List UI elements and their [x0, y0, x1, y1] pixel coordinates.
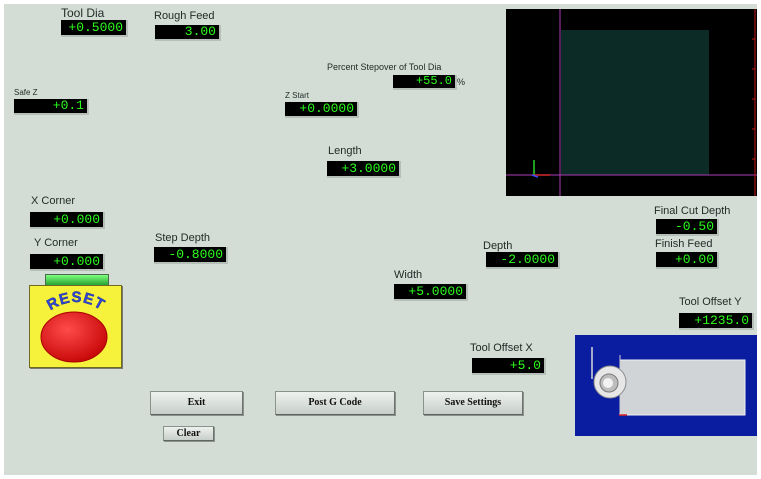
save-settings-button[interactable]: Save Settings — [423, 391, 523, 415]
percent-stepover-label: Percent Stepover of Tool Dia — [327, 62, 442, 72]
depth-field[interactable]: -2.0000 — [486, 252, 560, 269]
finish-feed-field[interactable]: +0.00 — [656, 252, 719, 269]
reset-button[interactable]: RESET — [29, 285, 122, 368]
percent-stepover-field[interactable]: +55.0 — [393, 75, 457, 90]
step-depth-field[interactable]: -0.8000 — [154, 247, 228, 264]
tool-offset-y-label: Tool Offset Y — [679, 296, 742, 308]
depth-label: Depth — [483, 240, 513, 252]
stock-outline — [561, 30, 709, 175]
facing-wizard-screen: Tool Dia +0.5000 Rough Feed 3.00 Safe Z … — [4, 4, 757, 475]
post-g-code-button[interactable]: Post G Code — [275, 391, 395, 415]
clear-button[interactable]: Clear — [163, 426, 214, 441]
tool-offset-x-field[interactable]: +5.0 — [472, 358, 546, 375]
final-cut-depth-field[interactable]: -0.50 — [656, 219, 719, 236]
rough-feed-field[interactable]: 3.00 — [155, 25, 221, 41]
width-label: Width — [394, 269, 423, 281]
length-label: Length — [328, 145, 362, 157]
rough-feed-label: Rough Feed — [154, 10, 215, 22]
finish-feed-label: Finish Feed — [655, 238, 713, 250]
z-start-label: Z Start — [285, 91, 310, 100]
reset-graphic: RESET — [40, 289, 108, 363]
safe-z-field[interactable]: +0.1 — [14, 99, 89, 115]
tool-icon — [593, 365, 627, 399]
y-corner-field[interactable]: +0.000 — [30, 254, 105, 271]
tool-offset-x-label: Tool Offset X — [470, 342, 533, 354]
toolpath-preview[interactable] — [506, 9, 757, 196]
x-corner-field[interactable]: +0.000 — [30, 212, 105, 229]
y-corner-label: Y Corner — [34, 237, 78, 249]
step-depth-label: Step Depth — [155, 232, 211, 244]
tool-offset-y-field[interactable]: +1235.0 — [679, 313, 754, 330]
tool-offset-panel — [575, 335, 757, 436]
x-corner-label: X Corner — [31, 195, 76, 207]
width-field[interactable]: +5.0000 — [394, 284, 468, 301]
safe-z-label: Safe Z — [14, 88, 38, 97]
length-field[interactable]: +3.0000 — [327, 161, 401, 178]
tool-dia-field[interactable]: +0.5000 — [61, 20, 128, 37]
percent-unit: % — [457, 77, 466, 87]
reset-label: RESET — [44, 289, 108, 314]
stock-block — [619, 359, 746, 416]
exit-button[interactable]: Exit — [150, 391, 243, 415]
tool-dia-label: Tool Dia — [61, 6, 105, 20]
origin-axes-icon — [531, 160, 550, 178]
z-start-field[interactable]: +0.0000 — [285, 102, 359, 118]
final-cut-depth-label: Final Cut Depth — [654, 205, 731, 217]
